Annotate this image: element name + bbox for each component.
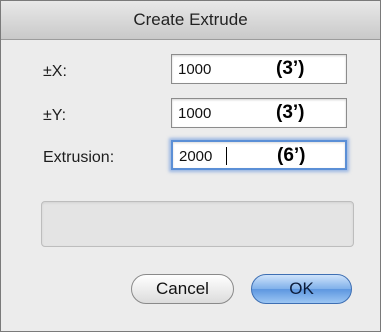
y-value: 1000 bbox=[178, 105, 212, 122]
extrusion-annotation: (6’) bbox=[277, 145, 306, 166]
x-value: 1000 bbox=[178, 61, 212, 78]
extrusion-field[interactable]: 2000 (6’) bbox=[171, 140, 347, 170]
create-extrude-dialog: Create Extrude ±X: 1000 (3’) ±Y: 1000 (3… bbox=[0, 0, 381, 332]
x-label: ±X: bbox=[43, 63, 67, 80]
y-annotation: (3’) bbox=[276, 102, 305, 123]
extrusion-label: Extrusion: bbox=[43, 149, 115, 166]
x-annotation: (3’) bbox=[276, 58, 305, 79]
info-box bbox=[41, 201, 354, 247]
extrusion-value: 2000 bbox=[179, 148, 213, 165]
x-field[interactable]: 1000 (3’) bbox=[171, 54, 347, 84]
cancel-button[interactable]: Cancel bbox=[131, 274, 234, 304]
y-label: ±Y: bbox=[43, 107, 67, 124]
dialog-titlebar[interactable]: Create Extrude bbox=[1, 1, 380, 40]
ok-button[interactable]: OK bbox=[251, 274, 352, 304]
dialog-title: Create Extrude bbox=[133, 10, 248, 29]
y-field[interactable]: 1000 (3’) bbox=[171, 98, 347, 128]
text-caret bbox=[226, 147, 227, 165]
